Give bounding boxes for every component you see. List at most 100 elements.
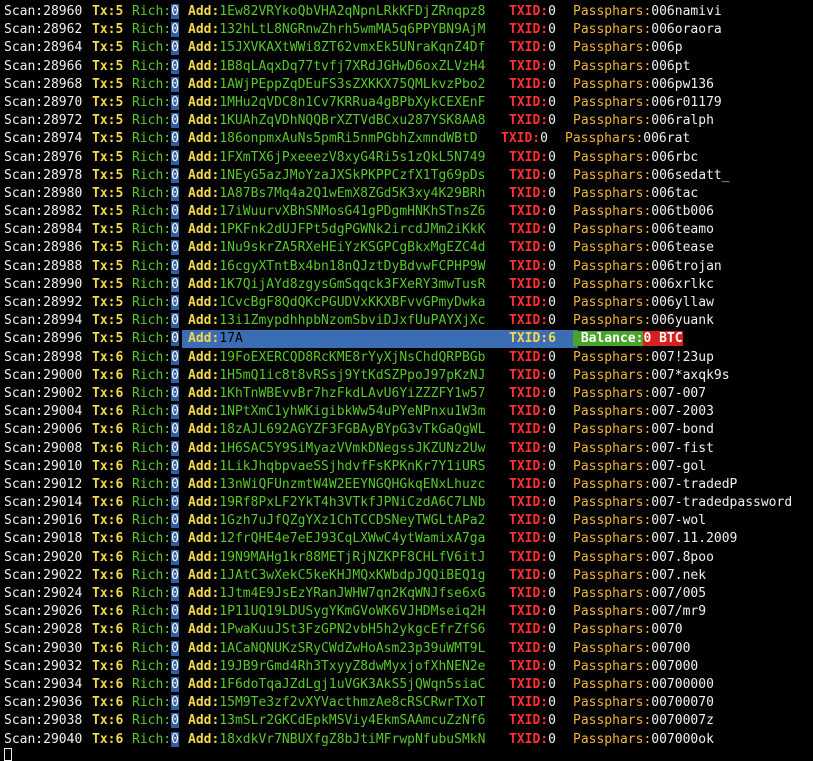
scan-number: 29008 <box>43 440 83 456</box>
balance-value: 0 BTC <box>643 331 683 347</box>
tx-cell: Tx:6 <box>92 658 123 676</box>
rich-value: 0 <box>171 258 179 274</box>
txid-label: TXID: <box>509 622 549 638</box>
tx-cell: Tx:5 <box>92 76 123 94</box>
passphrase-value: 006pw136 <box>651 76 714 92</box>
txid-value: 0 <box>548 695 556 711</box>
tx-cell: Tx:6 <box>92 349 123 367</box>
scan-row: Scan:28994 Tx:5 Rich:0 Add:13i1ZmypdhhpbNzo… <box>4 312 813 330</box>
address-value: 12frQHE4e7eEJ93CqLXWwC4ytWamixA7ga <box>219 531 486 547</box>
txid-label: TXID: <box>509 258 549 274</box>
rich-value: 0 <box>171 622 179 638</box>
passphrase-value: 006yllaw <box>651 295 714 310</box>
rich-label: Rich: <box>132 131 172 147</box>
tx-value: 5 <box>115 149 124 165</box>
address-value: 186onpmxAuNs5pmRi5nmPGbhZxmndWBtD <box>219 131 478 147</box>
scan-label: Scan: <box>4 640 44 656</box>
txid-value: 0 <box>548 94 556 110</box>
add-label: Add: <box>188 276 220 292</box>
add-label: Add: <box>188 149 220 165</box>
rich-cell: Rich:0 <box>132 149 179 167</box>
txid-cell: TXID:0 <box>509 640 556 658</box>
add-label: Add: <box>188 458 220 474</box>
passphrase-cell: Passphars:006namivi <box>573 3 722 21</box>
rich-cell: Rich:0 <box>132 21 179 39</box>
rich-label: Rich: <box>132 58 172 74</box>
txid-label: TXID: <box>509 185 549 201</box>
tx-label: Tx: <box>92 204 116 220</box>
tx-label: Tx: <box>92 622 116 638</box>
scan-cell: Scan:28982 <box>4 203 82 221</box>
rich-label: Rich: <box>132 422 172 438</box>
scan-cell: Scan:28976 <box>4 149 82 167</box>
passphrase-value: 006trojan <box>651 258 722 274</box>
rich-cell: Rich:0 <box>132 76 179 94</box>
scan-label: Scan: <box>4 440 44 456</box>
passphrase-label: Passphars: <box>573 531 652 547</box>
tx-label: Tx: <box>92 640 116 656</box>
scan-cell: Scan:29036 <box>4 694 82 712</box>
rich-label: Rich: <box>132 385 172 401</box>
passphrase-value: 007.11.2009 <box>651 531 738 547</box>
rich-label: Rich: <box>132 567 172 583</box>
txid-label: TXID: <box>509 313 549 329</box>
scan-row: Scan:28998 Tx:6 Rich:0 Add:19FoEXERCQD8RcKM… <box>4 349 813 367</box>
passphrase-value: 006p <box>651 40 683 56</box>
txid-value: 0 <box>548 586 556 601</box>
tx-cell: Tx:6 <box>92 567 123 585</box>
tx-label: Tx: <box>92 676 116 692</box>
passphrase-cell: Passphars:007.11.2009 <box>573 530 737 548</box>
tx-label: Tx: <box>92 94 116 110</box>
txid-label: TXID: <box>509 113 549 129</box>
txid-value: 0 <box>540 131 548 147</box>
rich-cell: Rich:0 <box>132 39 179 57</box>
txid-label: TXID: <box>509 40 549 56</box>
rich-value: 0 <box>171 531 179 547</box>
tx-label: Tx: <box>92 476 116 492</box>
rich-cell: Rich:0 <box>132 731 179 749</box>
tx-label: Tx: <box>92 422 116 438</box>
scan-number: 29018 <box>43 531 83 547</box>
txid-cell: TXID:0 <box>509 3 556 21</box>
scan-label: Scan: <box>4 586 44 601</box>
scan-label: Scan: <box>4 385 44 401</box>
address-cell: Add:18zAJL692AGYZF3FGBAyBYpG3vTkGaQgWL <box>188 421 485 439</box>
txid-value: 0 <box>548 40 556 56</box>
passphrase-label: Passphars: <box>573 658 652 674</box>
txid-value: 0 <box>548 640 556 656</box>
scan-cell: Scan:28990 <box>4 276 82 294</box>
passphrase-label: Passphars: <box>573 349 652 365</box>
tx-cell: Tx:5 <box>92 294 123 312</box>
address-value: 18xdkVr7NBUXfgZ8bJtiMFrwpNfubuSMkN <box>219 731 486 747</box>
passphrase-value: 006teamo <box>651 222 714 238</box>
scan-number: 28996 <box>43 331 83 347</box>
scan-cell: Scan:29004 <box>4 403 82 421</box>
scan-label: Scan: <box>4 258 44 274</box>
scan-label: Scan: <box>4 567 44 583</box>
rich-label: Rich: <box>132 76 172 92</box>
address-value: 19JB9rGmd4Rh3TxyyZ8dwMyxjofXhNEN2e <box>219 658 486 674</box>
rich-cell: Rich:0 <box>132 585 179 603</box>
add-label: Add: <box>188 531 220 547</box>
rich-value: 0 <box>171 513 179 529</box>
add-label: Add: <box>188 349 220 365</box>
tx-cell: Tx:5 <box>92 276 123 294</box>
txid-cell: TXID:0 <box>509 149 556 167</box>
add-label: Add: <box>188 258 220 274</box>
address-cell: Add:1B8qLAqxDq77tvfj7XRdJGHwD6oxZLVzH4 <box>188 58 485 76</box>
address-value: 1Jtm4E9JsEzYRanJWHW7qn2KqWNJfse6xG <box>219 586 486 601</box>
tx-cell: Tx:6 <box>92 676 123 694</box>
address-value: 1ACaNQNUKzSRyCWdZwHoAsm23p39uWMT9L <box>219 640 486 656</box>
rich-cell: Rich:0 <box>132 385 179 403</box>
scan-row: Scan:28996 Tx:5 Rich:0 Add:17A TXID:6 Balanc… <box>4 330 813 349</box>
scan-row: Scan:29000 Tx:6 Rich:0 Add:1H5mQ1ic8t8vRSsj… <box>4 367 813 385</box>
passphrase-cell: Passphars:0070 <box>573 621 683 639</box>
tx-value: 5 <box>115 76 124 92</box>
tx-value: 5 <box>115 222 124 238</box>
passphrase-value: 007-tradedP <box>651 476 738 492</box>
scan-label: Scan: <box>4 713 44 729</box>
txid-value: 0 <box>548 367 556 383</box>
passphrase-cell: Passphars:006pw136 <box>573 76 714 94</box>
rich-value: 0 <box>171 422 179 438</box>
passphrase-label: Passphars: <box>573 713 652 729</box>
